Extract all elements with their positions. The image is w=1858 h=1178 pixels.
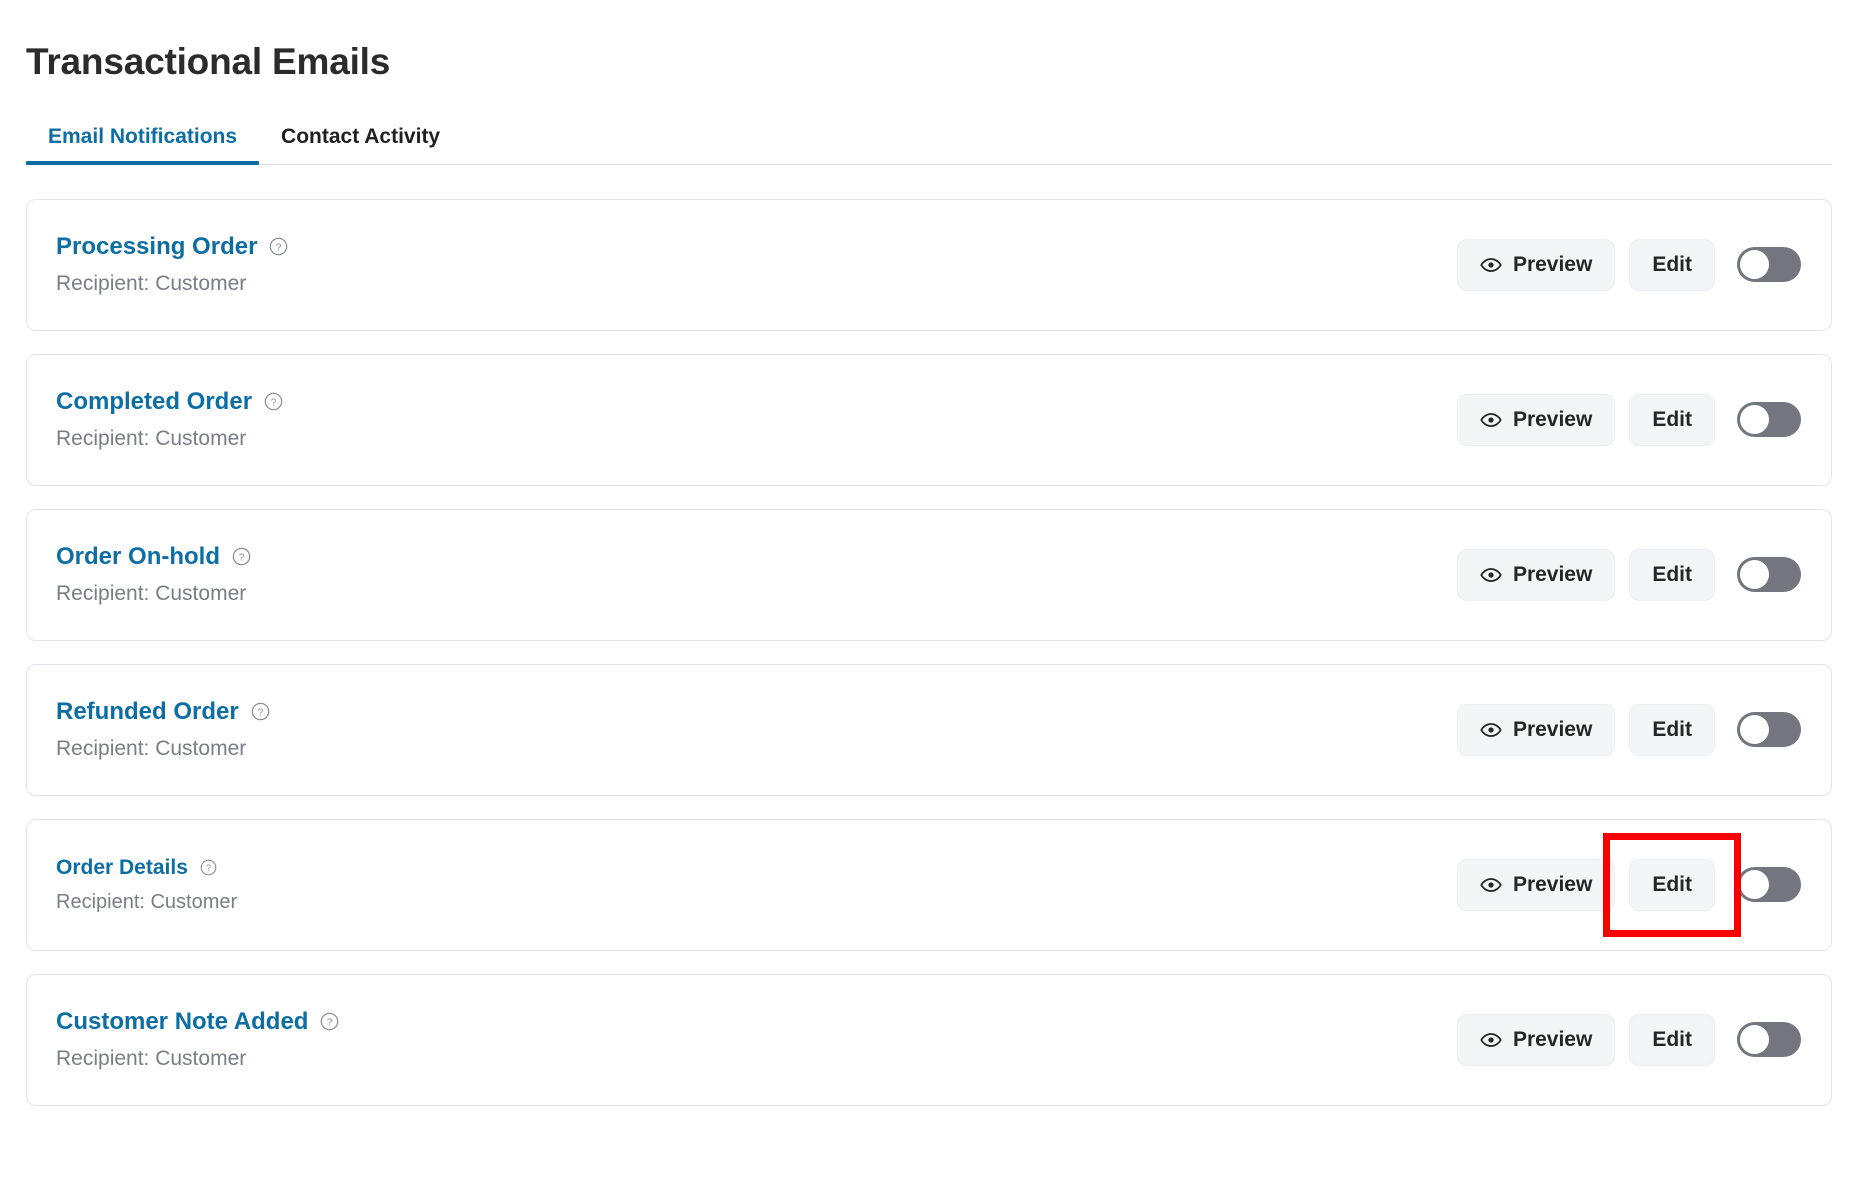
svg-text:?: ? — [257, 708, 263, 719]
eye-icon — [1480, 877, 1502, 892]
help-circle-icon[interactable]: ? — [320, 1012, 339, 1031]
email-recipient: Recipient: Customer — [56, 427, 247, 451]
eye-icon — [1480, 1032, 1502, 1047]
email-notification-card: Refunded Order? Recipient: Customer Previe… — [26, 663, 1832, 796]
enable-toggle[interactable] — [1737, 712, 1801, 748]
email-card-actions: Preview Edit — [1456, 703, 1801, 756]
tab-label: Contact Activity — [281, 124, 441, 148]
tab-label: Email Notifications — [48, 124, 238, 148]
email-notification-card: Customer Note Added? Recipient: Customer P… — [26, 973, 1832, 1106]
email-card-actions: Preview Edit — [1456, 393, 1801, 446]
email-title-link[interactable]: Customer Note Added — [56, 1008, 308, 1036]
email-recipient: Recipient: Customer — [56, 890, 238, 913]
toggle-knob — [1740, 250, 1769, 280]
email-notification-card: Order Details? Recipient: Customer Preview… — [26, 818, 1832, 951]
preview-button-label: Preview — [1512, 717, 1593, 741]
svg-text:?: ? — [206, 863, 211, 873]
preview-button-label: Preview — [1512, 562, 1593, 586]
eye-icon — [1480, 257, 1502, 272]
help-circle-icon[interactable]: ? — [232, 547, 251, 566]
toggle-knob — [1740, 870, 1769, 900]
svg-text:?: ? — [327, 1018, 333, 1029]
email-card-actions: Preview Edit — [1456, 858, 1801, 911]
edit-button[interactable]: Edit — [1629, 858, 1715, 911]
edit-button-label: Edit — [1652, 1027, 1692, 1051]
help-circle-icon[interactable]: ? — [200, 859, 217, 876]
edit-button[interactable]: Edit — [1629, 548, 1715, 601]
enable-toggle[interactable] — [1737, 1022, 1801, 1058]
email-notification-card: Completed Order? Recipient: Customer Previ… — [26, 353, 1832, 486]
edit-button[interactable]: Edit — [1629, 238, 1715, 291]
edit-button-label: Edit — [1652, 407, 1692, 431]
email-card-title-row: Completed Order? — [56, 388, 283, 416]
email-notification-card: Processing Order? Recipient: Customer Prev… — [26, 198, 1832, 331]
email-card-info: Order On-hold? Recipient: Customer — [56, 543, 251, 607]
email-card-title-row: Order On-hold? — [56, 543, 251, 571]
email-recipient: Recipient: Customer — [56, 582, 247, 606]
email-card-title-row: Refunded Order? — [56, 698, 270, 726]
tab-contact-activity[interactable]: Contact Activity — [259, 125, 462, 165]
svg-text:?: ? — [239, 553, 245, 564]
eye-icon — [1480, 567, 1502, 582]
preview-button-label: Preview — [1512, 1027, 1593, 1051]
edit-button-label: Edit — [1652, 252, 1692, 276]
email-card-actions: Preview Edit — [1456, 238, 1801, 291]
email-card-info: Refunded Order? Recipient: Customer — [56, 698, 270, 762]
preview-button-label: Preview — [1512, 872, 1593, 896]
preview-button[interactable]: Preview — [1456, 548, 1616, 601]
edit-button[interactable]: Edit — [1629, 1013, 1715, 1066]
edit-button[interactable]: Edit — [1629, 393, 1715, 446]
page-title: Transactional Emails — [26, 41, 391, 82]
toggle-knob — [1740, 560, 1769, 590]
preview-button[interactable]: Preview — [1456, 1013, 1616, 1066]
toggle-knob — [1740, 715, 1769, 745]
email-card-actions: Preview Edit — [1456, 1013, 1801, 1066]
edit-button-label: Edit — [1652, 872, 1692, 896]
email-title-link[interactable]: Order On-hold — [56, 543, 220, 571]
email-recipient: Recipient: Customer — [56, 1047, 247, 1071]
email-card-info: Customer Note Added? Recipient: Customer — [56, 1008, 339, 1072]
help-circle-icon[interactable]: ? — [269, 237, 288, 256]
enable-toggle[interactable] — [1737, 557, 1801, 593]
preview-button[interactable]: Preview — [1456, 393, 1616, 446]
help-circle-icon[interactable]: ? — [264, 392, 283, 411]
email-card-info: Order Details? Recipient: Customer — [56, 856, 237, 914]
enable-toggle[interactable] — [1737, 402, 1801, 438]
transactional-emails-page: Transactional Emails Email Notifications… — [0, 0, 1858, 1178]
edit-button[interactable]: Edit — [1629, 703, 1715, 756]
email-card-actions: Preview Edit — [1456, 548, 1801, 601]
preview-button[interactable]: Preview — [1456, 858, 1616, 911]
tab-bar: Email Notifications Contact Activity — [26, 125, 1832, 165]
email-recipient: Recipient: Customer — [56, 272, 247, 296]
svg-text:?: ? — [276, 243, 282, 254]
email-title-link[interactable]: Refunded Order — [56, 698, 239, 726]
toggle-knob — [1740, 1025, 1769, 1055]
preview-button[interactable]: Preview — [1456, 238, 1616, 291]
svg-text:?: ? — [271, 398, 277, 409]
email-notification-card: Order On-hold? Recipient: Customer Preview… — [26, 508, 1832, 641]
preview-button-label: Preview — [1512, 252, 1593, 276]
enable-toggle[interactable] — [1737, 247, 1801, 283]
email-title-link[interactable]: Completed Order — [56, 388, 252, 416]
preview-button[interactable]: Preview — [1456, 703, 1616, 756]
email-title-link[interactable]: Processing Order — [56, 233, 257, 261]
edit-button-label: Edit — [1652, 717, 1692, 741]
email-card-title-row: Customer Note Added? — [56, 1008, 339, 1036]
help-circle-icon[interactable]: ? — [251, 702, 270, 721]
email-card-title-row: Processing Order? — [56, 233, 288, 261]
preview-button-label: Preview — [1512, 407, 1593, 431]
email-notifications-list: Processing Order? Recipient: Customer Prev… — [26, 198, 1832, 1106]
tab-email-notifications[interactable]: Email Notifications — [26, 124, 260, 165]
email-card-info: Completed Order? Recipient: Customer — [56, 388, 283, 452]
email-card-info: Processing Order? Recipient: Customer — [56, 233, 288, 297]
email-recipient: Recipient: Customer — [56, 737, 247, 761]
email-title-link[interactable]: Order Details — [56, 856, 188, 880]
enable-toggle[interactable] — [1737, 867, 1801, 903]
edit-button-label: Edit — [1652, 562, 1692, 586]
eye-icon — [1480, 412, 1502, 427]
eye-icon — [1480, 722, 1502, 737]
toggle-knob — [1740, 405, 1769, 435]
email-card-title-row: Order Details? — [56, 856, 237, 880]
